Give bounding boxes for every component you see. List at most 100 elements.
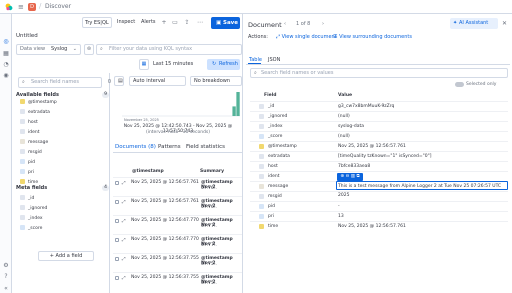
flyout-field-value[interactable]: (null) [338,112,350,121]
column-header-summary[interactable]: Summary [200,169,224,174]
field-item[interactable]: extradata [20,109,50,117]
flyout-field-row[interactable]: time Nov 25, 2025 @ 12:56:57.761 [250,221,508,230]
field-item[interactable]: @timestamp [20,99,57,107]
field-item[interactable]: msgid [20,149,42,157]
add-field-button[interactable]: + Add a field [38,251,94,261]
filter-out-icon[interactable]: ⊖ [346,174,350,179]
table-row[interactable]: ⤢ Nov 25, 2025 @ 12:56:57.761 @timestamp N… [113,177,242,196]
table-row[interactable]: ⤢ Nov 25, 2025 @ 12:56:47.770 @timestamp N… [113,234,242,253]
selected-only-toggle[interactable]: Selected only [455,82,496,87]
meta-fields-title[interactable]: Meta fields [16,185,47,191]
alerts-button[interactable]: Alerts [139,17,158,28]
flyout-field-value[interactable]: (null) [338,132,350,141]
flyout-field-row[interactable]: _ignored (null) [250,111,508,120]
more-icon[interactable]: ⋯ [196,17,204,28]
expand-row-icon[interactable]: ⤢ [122,180,126,186]
chart-options-icon[interactable]: ▤ [114,76,124,86]
flyout-field-row[interactable]: pid - [250,201,508,210]
table-row[interactable]: ⤢ Nov 25, 2025 @ 12:56:57.761 @timestamp N… [113,196,242,215]
row-checkbox[interactable] [115,181,119,185]
filter-menu-icon[interactable]: ⊜ [84,44,94,55]
field-item[interactable]: _index [20,215,43,223]
save-button[interactable]: ▣ Save [211,17,240,29]
field-item[interactable]: pid [20,159,35,167]
view-single-document-link[interactable]: ⤢ View single document [276,34,337,40]
row-checkbox[interactable] [115,276,119,280]
data-view-selector[interactable]: Data view Syslog ⌄ [16,44,81,55]
expand-row-icon[interactable]: ⤢ [122,256,126,262]
tab-patterns[interactable]: Patterns [158,144,181,150]
table-row[interactable]: ⤢ Nov 25, 2025 @ 12:56:37.755 @timestamp N… [113,253,242,272]
field-item[interactable]: _score [20,225,42,233]
toggle-column-icon[interactable]: ▥ [351,174,355,179]
field-item[interactable]: host [20,119,38,127]
open-folder-icon[interactable]: ▭ [171,17,179,28]
flyout-field-row[interactable]: ident [250,171,508,180]
breakdown-selector[interactable]: No breakdown [190,76,242,86]
flyout-field-row[interactable]: _score (null) [250,131,508,140]
try-esql-button[interactable]: Try ES|QL [82,17,112,28]
flyout-field-row[interactable]: extradata [timeQuality tzKnown="1" isSync… [250,151,508,160]
field-item[interactable]: message [20,139,48,147]
toggle-switch[interactable] [455,82,464,87]
ai-assistant-button[interactable]: ✦ AI Assistant [450,18,498,29]
row-checkbox[interactable] [115,219,119,223]
discover-icon[interactable]: ◎ [2,38,10,46]
filter-count[interactable]: 0 [108,78,111,87]
table-row[interactable]: ⤢ Nov 25, 2025 @ 12:56:47.770 @timestamp N… [113,215,242,234]
flyout-search-input[interactable]: ⌕ Search field names or values [250,68,508,78]
flyout-field-value[interactable]: [timeQuality tzKnown="1" isSynced="0"] [338,152,431,161]
expand-row-icon[interactable]: ⤢ [122,199,126,205]
new-icon[interactable]: + [160,17,168,28]
histogram-bar[interactable] [236,92,240,116]
collapse-icon[interactable]: « [2,285,10,293]
space-badge[interactable]: D [28,3,36,11]
tab-json[interactable]: JSON [268,57,280,63]
expand-row-icon[interactable]: ⤢ [122,275,126,281]
refresh-button[interactable]: ↻ Refresh [207,59,240,70]
maps-icon[interactable]: ◉ [2,72,10,80]
histogram-bar[interactable] [232,106,236,116]
flyout-field-value[interactable]: g3_cw7x8bmMuuK-9zZrq [338,102,394,111]
filter-in-icon[interactable]: ⊕ [340,174,344,179]
flyout-field-row[interactable]: @timestamp Nov 25, 2025 @ 12:56:57.761 [250,141,508,150]
prev-icon[interactable]: ‹ [284,21,286,27]
dev-tools-icon[interactable]: ⚙ [2,262,10,270]
column-header-timestamp[interactable]: @timestamp [132,169,164,174]
table-row[interactable]: ⤢ Nov 25, 2025 @ 12:56:37.755 @timestamp N… [113,272,242,291]
flyout-field-value[interactable]: - [338,202,340,211]
expand-row-icon[interactable]: ⤢ [122,237,126,243]
elastic-logo-icon[interactable] [5,3,13,11]
inspect-button[interactable]: Inspect [115,17,137,28]
interval-selector[interactable]: Auto interval [129,76,186,86]
kql-search-input[interactable]: ⌕ Filter your data using KQL syntax [96,44,242,55]
field-item[interactable]: _id [20,195,34,203]
share-icon[interactable]: ⇪ [183,17,191,28]
flyout-field-value[interactable]: - [338,192,340,201]
copy-icon[interactable]: ⧉ [356,174,359,179]
close-icon[interactable]: ✕ [502,20,507,27]
expand-row-icon[interactable]: ⤢ [122,218,126,224]
row-checkbox[interactable] [115,238,119,242]
flyout-field-value[interactable]: Nov 25, 2025 @ 12:56:57.761 [338,222,406,231]
tab-field-statistics[interactable]: Field statistics [186,144,225,150]
flyout-field-value[interactable]: Nov 25, 2025 @ 12:56:57.761 [338,142,406,151]
next-icon[interactable]: › [322,21,324,27]
field-item[interactable]: ident [20,129,40,137]
hamburger-icon[interactable]: ≡ [18,3,24,11]
flyout-field-value[interactable]: 13 [338,212,344,221]
flyout-field-row[interactable]: msgid - [250,191,508,200]
cell-actions-popover[interactable]: ⊕ ⊖ ▥ ⧉ [337,173,363,181]
field-search-input[interactable]: ⌕ Search field names 0 [18,77,111,88]
flyout-field-row[interactable]: _id g3_cw7x8bmMuuK-9zZrq [250,101,508,110]
field-item[interactable]: _ignored [20,205,47,213]
flyout-field-row[interactable]: host 7bfce833aea8 [250,161,508,170]
help-icon[interactable]: ? [2,273,10,281]
row-checkbox[interactable] [115,200,119,204]
available-fields-title[interactable]: Available fields [16,92,59,98]
visualize-icon[interactable]: ◔ [2,61,10,69]
dashboard-icon[interactable]: ▦ [2,50,10,58]
time-range-label[interactable]: Last 15 minutes [153,59,207,70]
histogram-chart[interactable]: November 25, 2025 [114,90,242,124]
breadcrumb[interactable]: Discover [45,3,71,10]
